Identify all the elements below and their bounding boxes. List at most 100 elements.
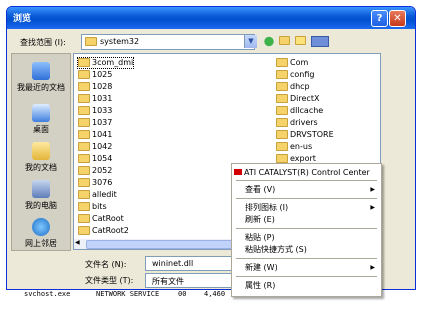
file-list-item[interactable]: en-us <box>276 142 312 152</box>
folder-icon <box>276 142 288 151</box>
my-documents-icon <box>32 142 50 160</box>
file-list-item[interactable]: 1041 <box>78 130 112 140</box>
file-name: bits <box>92 202 107 211</box>
file-list-item[interactable]: Com <box>276 58 308 68</box>
folder-icon <box>276 118 288 127</box>
file-list-item[interactable]: CatRoot2 <box>78 226 129 236</box>
view-menu-icon[interactable] <box>311 36 329 47</box>
file-name: DirectX <box>290 94 320 103</box>
scroll-left-icon[interactable]: ◀ <box>75 239 80 246</box>
file-list-item[interactable]: DRVSTORE <box>276 130 334 140</box>
file-name: en-us <box>290 142 313 151</box>
file-list-item[interactable]: DirectX <box>276 94 319 104</box>
context-menu: ATI CATALYST(R) Control Center 查看 (V) ▶ … <box>231 163 382 297</box>
place-recent[interactable]: 我最近的文档 <box>12 62 70 93</box>
lookin-value: system32 <box>100 37 140 46</box>
lookin-combobox[interactable]: system32 <box>81 34 255 50</box>
folder-icon <box>78 190 90 199</box>
file-list-item[interactable]: dhcp <box>276 82 310 92</box>
my-computer-icon <box>32 180 50 198</box>
menu-item-paste-shortcut[interactable]: 粘贴快捷方式 (S) <box>232 244 381 255</box>
title-bar[interactable]: 浏览 ? ✕ <box>7 7 415 29</box>
menu-item-ati[interactable]: ATI CATALYST(R) Control Center <box>232 167 381 178</box>
filename-label: 文件名 (N): <box>85 260 127 269</box>
up-folder-icon[interactable] <box>279 36 291 47</box>
folder-icon <box>78 130 90 139</box>
lookin-label: 查找范围 (I): <box>20 38 66 47</box>
menu-item-properties[interactable]: 属性 (R) <box>232 280 381 291</box>
folder-icon <box>78 178 90 187</box>
place-label: 网上邻居 <box>25 239 57 248</box>
folder-icon <box>85 37 99 46</box>
folder-icon <box>276 130 288 139</box>
file-name: 1054 <box>92 154 113 163</box>
folder-icon <box>78 214 90 223</box>
file-name: 1041 <box>92 130 113 139</box>
file-name: 3com_dmi <box>92 58 134 67</box>
menu-item-arrange[interactable]: 排列图标 (I) ▶ <box>232 202 381 213</box>
file-name: 3076 <box>92 178 113 187</box>
file-list-item[interactable]: drivers <box>276 118 318 128</box>
file-list-item[interactable]: 2052 <box>78 166 112 176</box>
file-name: export <box>290 154 316 163</box>
folder-icon <box>276 58 288 67</box>
scrollbar-thumb[interactable] <box>86 240 238 249</box>
menu-item-label: 属性 (R) <box>245 281 276 290</box>
folder-icon <box>276 106 288 115</box>
file-name: DRVSTORE <box>290 130 334 139</box>
back-icon[interactable] <box>263 36 275 47</box>
process-mem: 4,460 <box>204 290 226 298</box>
file-list-item[interactable]: 3com_dmi <box>76 57 135 69</box>
file-list-item[interactable]: 1033 <box>78 106 112 116</box>
submenu-arrow-icon: ▶ <box>370 204 375 211</box>
menu-item-label: ATI CATALYST(R) Control Center <box>244 168 370 177</box>
folder-icon <box>78 94 90 103</box>
file-list-item[interactable]: 1025 <box>78 70 112 80</box>
folder-icon <box>78 70 90 79</box>
help-button[interactable]: ? <box>371 10 388 27</box>
chevron-down-icon[interactable]: ▼ <box>244 35 257 48</box>
menu-item-label: 粘贴 (P) <box>245 233 275 242</box>
file-list-item[interactable]: 3076 <box>78 178 112 188</box>
place-desktop[interactable]: 桌面 <box>12 104 70 135</box>
menu-separator <box>236 198 377 199</box>
recent-docs-icon <box>32 62 50 80</box>
filetype-value: 所有文件 <box>152 277 184 286</box>
menu-item-label: 排列图标 (I) <box>245 203 289 212</box>
place-label: 我的电脑 <box>25 201 57 210</box>
menu-item-refresh[interactable]: 刷新 (E) <box>232 214 381 225</box>
file-name: 2052 <box>92 166 113 175</box>
file-name: dhcp <box>290 82 310 91</box>
file-list-item[interactable]: config <box>276 70 314 80</box>
new-folder-icon[interactable] <box>295 36 307 47</box>
menu-item-label: 查看 (V) <box>245 185 276 194</box>
menu-item-view[interactable]: 查看 (V) ▶ <box>232 184 381 195</box>
place-my-computer[interactable]: 我的电脑 <box>12 180 70 211</box>
file-list-item[interactable]: dllcache <box>276 106 323 116</box>
file-list-item[interactable]: 1028 <box>78 82 112 92</box>
filetype-label: 文件类型 (T): <box>85 276 134 285</box>
file-list-item[interactable]: CatRoot <box>78 214 124 224</box>
desktop-icon <box>32 104 50 122</box>
file-list-item[interactable]: 1031 <box>78 94 112 104</box>
file-list-item[interactable]: bits <box>78 202 107 212</box>
place-network[interactable]: 网上邻居 <box>12 218 70 249</box>
file-list-item[interactable]: alledit <box>78 190 117 200</box>
menu-item-paste[interactable]: 粘贴 (P) <box>232 232 381 243</box>
folder-icon <box>78 118 90 127</box>
close-button[interactable]: ✕ <box>389 10 406 27</box>
folder-icon <box>276 94 288 103</box>
place-my-documents[interactable]: 我的文档 <box>12 142 70 173</box>
file-list-item[interactable]: 1037 <box>78 118 112 128</box>
places-bar: 我最近的文档 桌面 我的文档 我的电脑 网上邻居 <box>11 53 71 251</box>
folder-icon <box>78 154 90 163</box>
file-name: Com <box>290 58 309 67</box>
file-list-item[interactable]: 1042 <box>78 142 112 152</box>
place-label: 桌面 <box>33 125 49 134</box>
menu-item-new[interactable]: 新建 (W) ▶ <box>232 262 381 273</box>
place-label: 我的文档 <box>25 163 57 172</box>
submenu-arrow-icon: ▶ <box>370 264 375 271</box>
ati-logo-icon <box>234 169 242 175</box>
file-list-item[interactable]: 1054 <box>78 154 112 164</box>
network-icon <box>32 218 50 236</box>
